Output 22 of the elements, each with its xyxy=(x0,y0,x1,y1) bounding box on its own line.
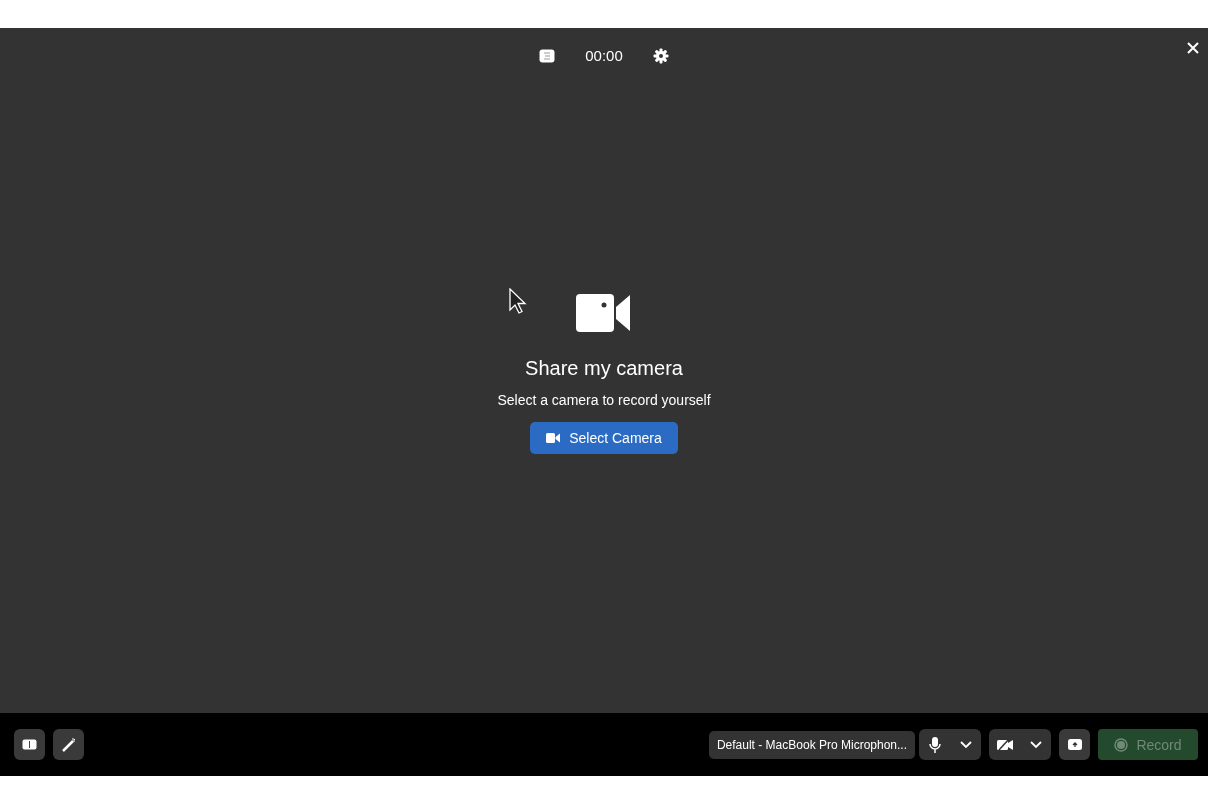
video-camera-icon xyxy=(576,293,632,333)
magic-wand-icon xyxy=(61,737,76,752)
record-icon xyxy=(1114,737,1129,752)
camera-off-icon xyxy=(996,738,1013,751)
chevron-down-icon xyxy=(1029,740,1042,749)
notes-icon[interactable] xyxy=(539,48,556,63)
microphone-icon xyxy=(928,736,941,753)
microphone-tooltip: Default - MacBook Pro Microphon... xyxy=(708,730,915,759)
mouse-pointer-icon xyxy=(509,288,527,314)
screen-icon xyxy=(1067,739,1082,750)
timer: 00:00 xyxy=(585,47,623,64)
layout-icon xyxy=(22,739,37,750)
prompt-subtitle: Select a camera to record yourself xyxy=(497,392,711,408)
video-camera-icon xyxy=(546,433,561,443)
layout-button[interactable] xyxy=(14,729,45,760)
screen-share-button[interactable] xyxy=(1059,729,1090,760)
chevron-down-icon xyxy=(959,740,972,749)
prompt-title: Share my camera xyxy=(525,357,683,380)
settings-icon[interactable] xyxy=(652,47,669,64)
close-icon[interactable] xyxy=(1187,42,1199,54)
effects-button[interactable] xyxy=(53,729,84,760)
select-camera-button[interactable]: Select Camera xyxy=(530,422,678,454)
